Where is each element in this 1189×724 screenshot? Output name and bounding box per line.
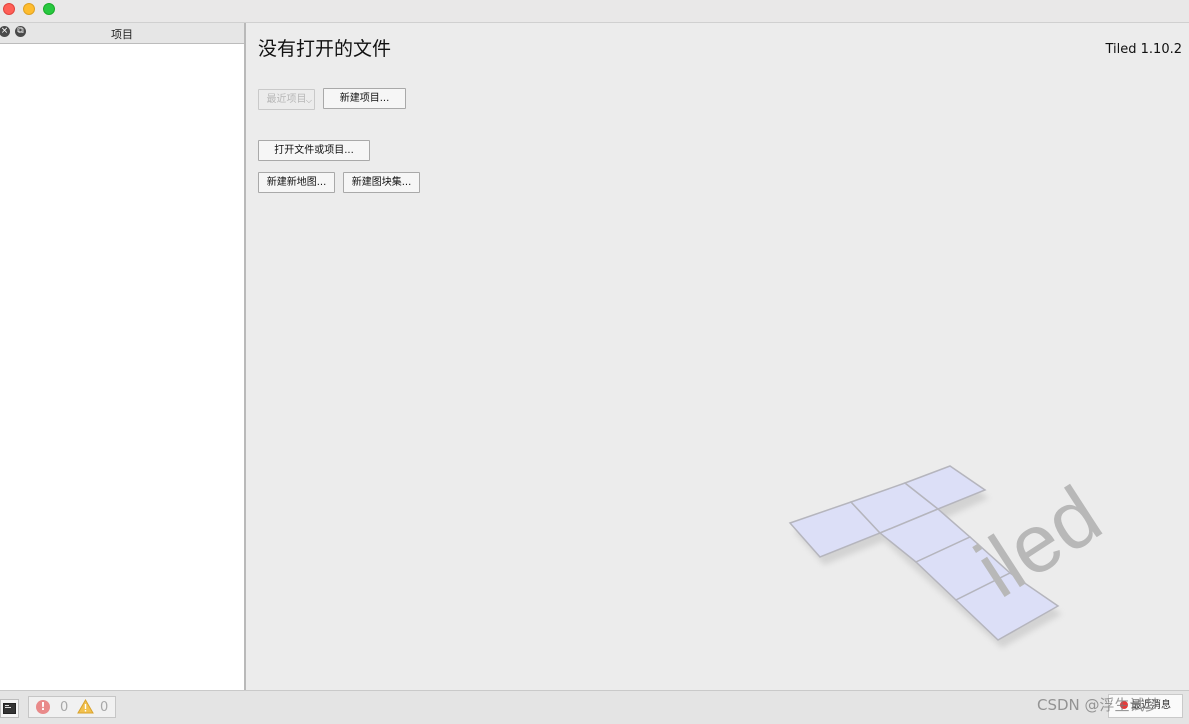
error-count: 0 (60, 700, 69, 715)
projects-dock-title: 项目 (111, 28, 133, 41)
watermark: CSDN @浮生试梦 (1037, 696, 1160, 714)
console-toggle-button[interactable] (0, 699, 19, 718)
recent-projects-label: 最近项目 (266, 94, 307, 105)
tiled-logo: iled (788, 465, 1117, 648)
warning-icon (77, 699, 94, 714)
page-title: 没有打开的文件 (258, 38, 392, 60)
error-icon: ! (36, 700, 50, 714)
projects-dock-header: × ⧉ 项目 (0, 23, 244, 44)
issues-button[interactable]: ! 0 0 (28, 696, 116, 718)
new-tileset-button[interactable]: 新建图块集... (343, 172, 420, 193)
window-titlebar (0, 0, 1189, 23)
open-file-or-project-button[interactable]: 打开文件或项目... (258, 140, 370, 161)
version-label: Tiled 1.10.2 (1105, 42, 1183, 57)
window-zoom-button[interactable] (43, 3, 55, 15)
projects-dock: × ⧉ 项目 (0, 23, 246, 690)
recent-projects-button[interactable]: 最近项目 ⌵ (258, 89, 315, 110)
terminal-icon (3, 703, 16, 714)
status-bar: ! 0 0 最近消息 CSDN @浮生试梦 (0, 690, 1189, 724)
window-minimize-button[interactable] (23, 3, 35, 15)
window-close-button[interactable] (3, 3, 15, 15)
warning-count: 0 (100, 700, 109, 715)
new-map-button[interactable]: 新建新地图... (258, 172, 335, 193)
new-project-button[interactable]: 新建项目... (323, 88, 406, 109)
chevron-down-icon: ⌵ (305, 96, 312, 105)
